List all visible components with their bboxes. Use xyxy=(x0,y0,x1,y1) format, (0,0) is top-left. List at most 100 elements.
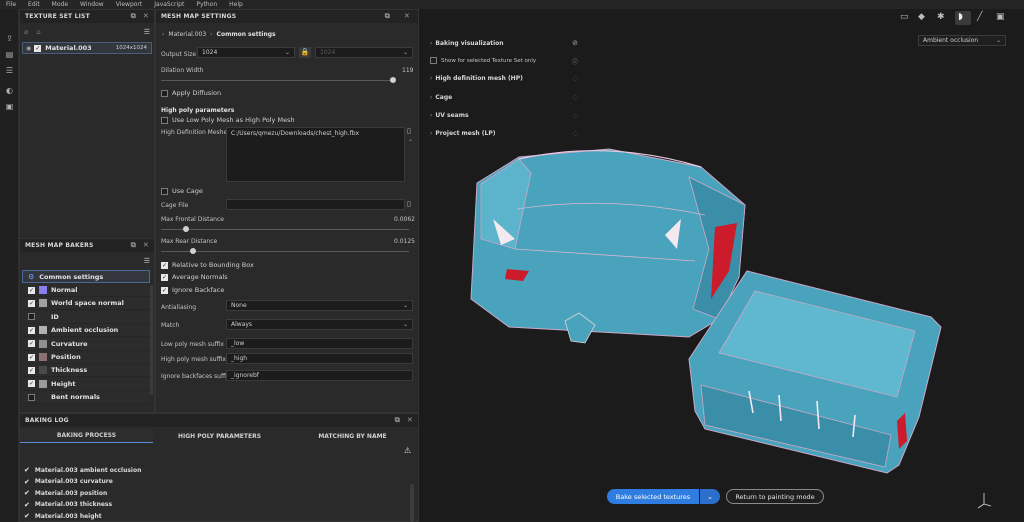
return-to-painting-button[interactable]: Return to painting mode xyxy=(726,489,824,504)
baker-item[interactable]: ID xyxy=(22,310,150,324)
ignore-backface-checkbox[interactable]: ✓ xyxy=(161,286,168,294)
baker-item[interactable]: ✓ Thickness xyxy=(22,364,150,378)
bakers-scrollbar[interactable] xyxy=(150,285,153,395)
low-suffix-input[interactable]: _low xyxy=(226,338,413,349)
baker-checkbox[interactable]: ✓ xyxy=(28,340,35,348)
shelf-icon[interactable]: ☰ xyxy=(4,65,15,76)
cube-icon[interactable]: ▣ xyxy=(4,101,15,112)
baker-item[interactable]: ✓ Curvature xyxy=(22,337,150,351)
ignore-suffix-input[interactable]: _ignorebf xyxy=(226,370,413,381)
bake-selected-textures-button[interactable]: Bake selected textures xyxy=(607,489,699,504)
section-high-definition-mesh[interactable]: › High definition mesh (HP) xyxy=(430,75,523,82)
baker-item[interactable]: ✓ World space normal xyxy=(22,297,150,311)
baking-visualization-header[interactable]: › Baking visualization xyxy=(430,40,504,47)
eye-icon[interactable]: ◌ xyxy=(573,94,578,101)
cage-file-field[interactable] xyxy=(226,199,405,210)
chevron-left-icon[interactable]: › xyxy=(162,31,164,38)
menu-mode[interactable]: Mode xyxy=(52,1,68,8)
menu-javascript[interactable]: JavaScript xyxy=(154,1,184,8)
texture-set-item[interactable]: ◉ ✓ Material.003 1024x1024 xyxy=(22,42,152,54)
baker-item[interactable]: Bent normals xyxy=(22,391,150,405)
baker-checkbox[interactable] xyxy=(28,313,35,321)
ignore-backface-row[interactable]: ✓ Ignore Backface xyxy=(161,286,224,294)
menu-viewport[interactable]: Viewport xyxy=(116,1,143,8)
baker-checkbox[interactable]: ✓ xyxy=(28,286,35,294)
tab-matching-by-name[interactable]: MATCHING BY NAME xyxy=(286,429,419,443)
popout-icon[interactable]: ⧉ xyxy=(385,12,390,21)
lock-icon[interactable]: 🔒 xyxy=(299,47,311,58)
close-icon[interactable]: ✕ xyxy=(143,12,149,20)
output-size-select[interactable]: 1024 ⌄ xyxy=(197,47,295,58)
log-scrollbar[interactable] xyxy=(410,484,414,522)
baker-checkbox[interactable]: ✓ xyxy=(28,380,35,388)
bake-options-dropdown[interactable]: ⌄ xyxy=(700,489,720,504)
menu-file[interactable]: File xyxy=(6,1,16,8)
bakers-menu-icon[interactable]: ☰ xyxy=(144,257,150,265)
menu-help[interactable]: Help xyxy=(229,1,243,8)
export-icon[interactable]: ⇪ xyxy=(4,33,15,44)
high-suffix-input[interactable]: _high xyxy=(226,353,413,364)
baker-item[interactable]: ✓ Normal xyxy=(22,284,150,297)
baker-checkbox[interactable]: ✓ xyxy=(28,366,35,374)
show-selected-row[interactable]: Show for selected Texture Set only xyxy=(430,57,536,64)
tab-high-poly-parameters[interactable]: HIGH POLY PARAMETERS xyxy=(153,429,286,443)
texture-set-checkbox[interactable]: ✓ xyxy=(34,44,42,52)
tab-baking-process[interactable]: BAKING PROCESS xyxy=(20,429,153,443)
menu-icon[interactable]: ☰ xyxy=(144,28,150,36)
relative-bbox-checkbox[interactable]: ✓ xyxy=(161,261,168,269)
breadcrumb-root[interactable]: Material.003 xyxy=(168,31,206,38)
use-low-poly-row[interactable]: Use Low Poly Mesh as High Poly Mesh xyxy=(161,116,295,124)
layers-icon[interactable]: ▤ xyxy=(4,49,15,60)
baker-checkbox[interactable]: ✓ xyxy=(28,326,35,334)
menu-python[interactable]: Python xyxy=(196,1,217,8)
menu-edit[interactable]: Edit xyxy=(28,1,40,8)
baker-checkbox[interactable] xyxy=(28,393,35,401)
cube-icon[interactable]: ◆ xyxy=(918,12,925,22)
bakers-common-settings[interactable]: ⚙ Common settings xyxy=(22,270,150,283)
use-low-poly-checkbox[interactable] xyxy=(161,116,168,124)
eye-icon[interactable]: ◌ xyxy=(573,130,578,137)
section-project-mesh[interactable]: › Project mesh (LP) xyxy=(430,130,495,137)
light-icon[interactable]: ✱ xyxy=(937,12,945,22)
relative-bbox-row[interactable]: ✓ Relative to Bounding Box xyxy=(161,261,254,269)
display-mode-select[interactable]: Ambient occlusion ⌄ xyxy=(918,35,1006,46)
close-icon[interactable]: ✕ xyxy=(407,416,413,424)
baker-checkbox[interactable]: ✓ xyxy=(28,353,35,361)
popout-icon[interactable]: ⧉ xyxy=(131,12,136,21)
menu-window[interactable]: Window xyxy=(80,1,104,8)
popout-icon[interactable]: ⧉ xyxy=(131,241,136,250)
output-size-linked-select[interactable]: 1024 ⌄ xyxy=(315,47,413,58)
average-normals-row[interactable]: ✓ Average Normals xyxy=(161,273,228,281)
screenshot-icon[interactable]: ▣ xyxy=(996,12,1005,22)
baker-checkbox[interactable]: ✓ xyxy=(28,299,35,307)
show-selected-checkbox[interactable] xyxy=(430,57,437,64)
apply-diffusion-checkbox[interactable] xyxy=(161,89,168,97)
section-cage[interactable]: › Cage xyxy=(430,94,452,101)
camera-icon[interactable]: ▭ xyxy=(900,12,909,22)
use-cage-row[interactable]: Use Cage xyxy=(161,187,203,195)
eye-icon[interactable]: ◌ xyxy=(573,112,578,119)
hd-meshes-list[interactable]: C:/Users/qmezu/Downloads/chest_high.fbx xyxy=(226,127,405,182)
file-icon[interactable]: ▯ xyxy=(407,200,411,208)
use-cage-checkbox[interactable] xyxy=(161,187,168,195)
chevron-up-icon[interactable]: ⌃ xyxy=(408,139,413,146)
eye-icon[interactable]: ◉ xyxy=(26,45,31,52)
section-uv-seams[interactable]: › UV seams xyxy=(430,112,469,119)
file-icon[interactable]: ▯ xyxy=(407,127,411,135)
apply-diffusion-row[interactable]: Apply Diffusion xyxy=(161,89,221,97)
pen-icon[interactable]: ╱ xyxy=(977,12,982,22)
slider-knob[interactable] xyxy=(182,226,189,232)
max-rear-slider[interactable] xyxy=(161,248,409,254)
close-icon[interactable]: ✕ xyxy=(143,241,149,249)
close-icon[interactable]: ✕ xyxy=(404,12,410,20)
hd-mesh-path[interactable]: C:/Users/qmezu/Downloads/chest_high.fbx xyxy=(231,130,359,137)
popout-icon[interactable]: ⧉ xyxy=(395,416,400,425)
slider-knob[interactable] xyxy=(389,77,396,83)
dilation-width-slider[interactable] xyxy=(161,77,396,83)
max-frontal-slider[interactable] xyxy=(161,226,409,232)
average-normals-checkbox[interactable]: ✓ xyxy=(161,273,168,281)
link-icon[interactable]: ⌀ xyxy=(24,28,28,36)
eye-off-icon[interactable]: ⊘ xyxy=(572,39,578,47)
tag-icon[interactable]: ⌂ xyxy=(36,28,40,36)
match-select[interactable]: Always ⌄ xyxy=(226,319,413,330)
